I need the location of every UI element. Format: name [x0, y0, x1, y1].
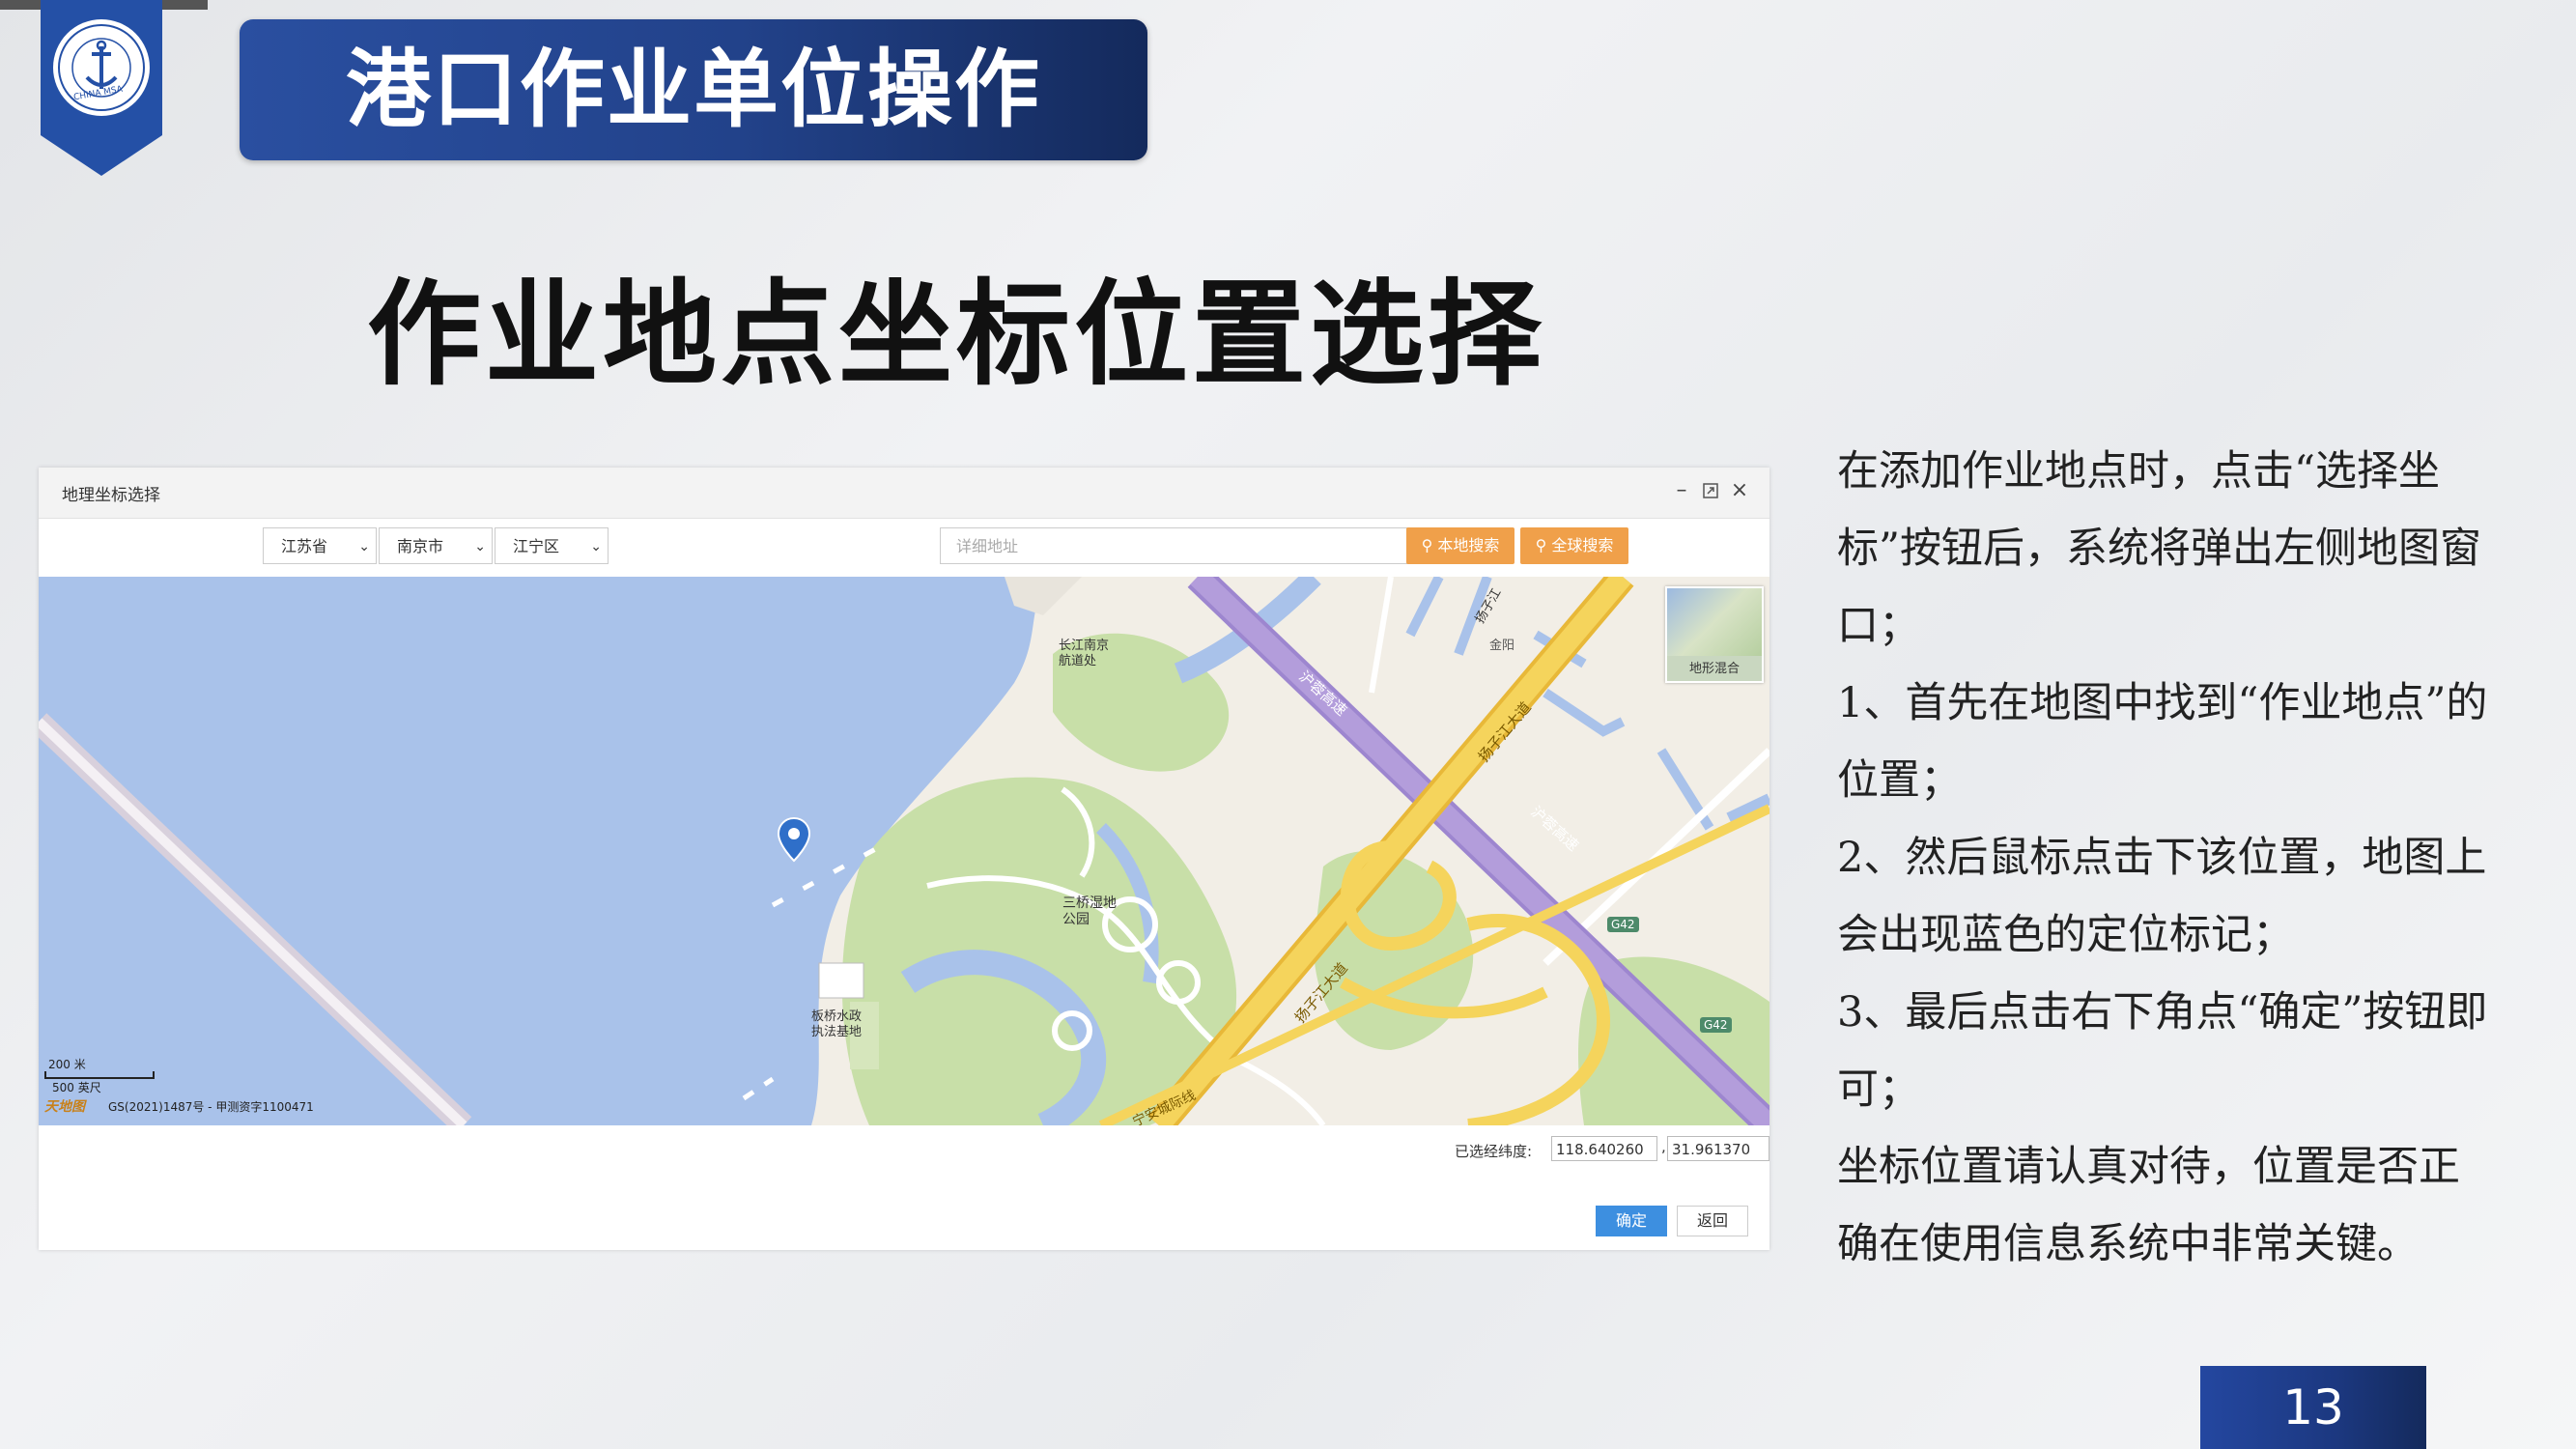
slide-heading: 作业地点坐标位置选择: [367, 267, 1546, 401]
latitude-field[interactable]: 31.961370: [1667, 1136, 1769, 1161]
instructions-text: 在添加作业地点时，点击“选择坐标”按钮后，系统将弹出左侧地图窗口； 1、首先在地…: [1837, 433, 2494, 1283]
chevron-down-icon: ⌄: [474, 539, 486, 554]
chevron-down-icon: ⌄: [590, 539, 602, 554]
msa-logo: CHINA MSA: [41, 0, 162, 176]
instruction-step: 1、首先在地图中找到“作业地点”的位置；: [1837, 679, 2488, 805]
map-brand-logo: 天地图: [44, 1099, 85, 1115]
location-marker-icon[interactable]: [777, 816, 811, 865]
location-pin-icon: ⚲: [1421, 536, 1433, 554]
local-search-button[interactable]: ⚲ 本地搜索: [1406, 527, 1514, 564]
header-bar: 港口作业单位操作: [240, 19, 1147, 160]
map-label: G42: [1607, 917, 1639, 932]
instruction-paragraph: 在添加作业地点时，点击“选择坐标”按钮后，系统将弹出左侧地图窗口；: [1837, 447, 2481, 650]
scale-meters: 200 米: [48, 1058, 86, 1071]
back-button[interactable]: 返回: [1677, 1206, 1748, 1236]
page-number: 13: [2282, 1379, 2344, 1435]
map-label: G42: [1700, 1017, 1732, 1033]
page-number-box: 13: [2200, 1366, 2426, 1449]
instruction-note: 坐标位置请认真对待，位置是否正确在使用信息系统中非常关键。: [1837, 1143, 2460, 1268]
page-title: 港口作业单位操作: [345, 40, 1041, 139]
location-pin-icon: ⚲: [1535, 536, 1547, 554]
province-select[interactable]: 江苏省 ⌄: [263, 527, 377, 564]
scale-bar: [44, 1071, 155, 1079]
chevron-down-icon: ⌄: [358, 539, 370, 554]
map-canvas[interactable]: 长江南京 航道处 金阳 扬子江 沪蓉高速 沪蓉高速 三桥湿地 公园 扬子江大道 …: [39, 577, 1769, 1125]
coordinate-separator: ,: [1661, 1138, 1666, 1155]
global-search-button[interactable]: ⚲ 全球搜索: [1520, 527, 1628, 564]
map-label: 三桥湿地 公园: [1062, 895, 1117, 927]
map-label: 板桥水政 执法基地: [811, 1009, 863, 1039]
longitude-field[interactable]: 118.640260: [1551, 1136, 1657, 1161]
map-label: 金阳: [1489, 639, 1515, 653]
address-input[interactable]: 详细地址: [940, 527, 1428, 564]
instruction-step: 3、最后点击右下角点“确定”按钮即可；: [1837, 988, 2488, 1114]
close-icon[interactable]: ×: [1727, 477, 1752, 504]
terrain-label: 地形混合: [1688, 662, 1740, 676]
district-select[interactable]: 江宁区 ⌄: [495, 527, 609, 564]
map-label: 长江南京 航道处: [1059, 639, 1110, 668]
terrain-toggle[interactable]: 地形混合: [1665, 586, 1764, 683]
confirm-button[interactable]: 确定: [1596, 1206, 1667, 1236]
maximize-icon[interactable]: [1698, 477, 1723, 504]
instruction-step: 2、然后鼠标点击下该位置，地图上会出现蓝色的定位标记；: [1837, 834, 2487, 959]
map-approval-text: GS(2021)1487号 - 甲测资字1100471: [108, 1100, 314, 1114]
coordinate-dialog: 地理坐标选择 – × 江苏省 ⌄ 南京市 ⌄ 江宁区 ⌄ 详细地址 ⚲ 本地搜索 ⚲ …: [39, 468, 1769, 1250]
city-select[interactable]: 南京市 ⌄: [379, 527, 493, 564]
scale-feet: 500 英尺: [52, 1081, 101, 1094]
dialog-title: 地理坐标选择: [62, 486, 160, 505]
terrain-thumbnail: [1667, 588, 1762, 656]
minimize-icon[interactable]: –: [1669, 477, 1694, 504]
coordinate-label: 已选经纬度:: [1455, 1143, 1533, 1160]
dialog-header: 地理坐标选择 – ×: [39, 468, 1769, 519]
